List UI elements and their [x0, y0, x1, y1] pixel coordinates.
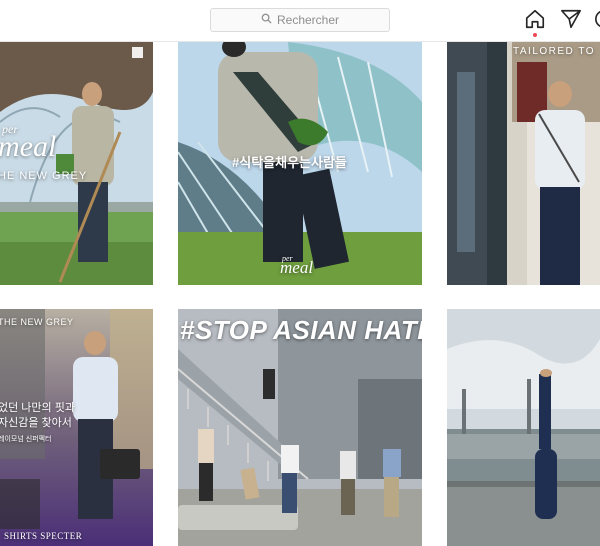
post-tile-5[interactable]: #STOP ASIAN HATE	[178, 309, 422, 546]
post-4-line-3: 레이모넘 신퍼펙터	[0, 436, 52, 443]
post-2-title: meal	[280, 258, 314, 277]
home-icon[interactable]	[524, 8, 546, 30]
post-image-6	[447, 309, 600, 546]
multi-photo-icon	[132, 47, 143, 58]
post-tile-1[interactable]: per meal HE NEW GREY	[0, 42, 153, 285]
post-5-headline: #STOP ASIAN HATE	[180, 315, 422, 345]
post-tile-4[interactable]: THE NEW GREY 었던 나만의 핏과 자신감을 찾아서 레이모넘 신퍼펙…	[0, 309, 153, 546]
post-4-brand: SHIRTS SPECTER	[4, 531, 83, 541]
post-4-line-2: 자신감을 찾아서	[0, 417, 72, 429]
post-1-subtitle: HE NEW GREY	[0, 170, 88, 182]
search-input[interactable]: Rechercher	[210, 8, 390, 32]
home-notification-dot	[533, 33, 537, 37]
top-navigation-bar: Rechercher	[0, 0, 600, 42]
profile-icon[interactable]	[594, 8, 600, 30]
post-2-hashtag: #식탁을채우는사람들	[232, 155, 347, 170]
post-image-3	[447, 42, 600, 285]
post-4-line-1: 었던 나만의 핏과	[0, 402, 75, 414]
post-tile-2[interactable]: #식탁을채우는사람들 per meal	[178, 42, 422, 285]
post-4-top-text: THE NEW GREY	[0, 317, 74, 327]
search-icon	[261, 13, 272, 27]
search-placeholder: Rechercher	[276, 13, 340, 27]
post-grid: per meal HE NEW GREY #식탁을채우는사람들 per meal	[0, 42, 600, 546]
post-1-title: meal	[0, 130, 57, 163]
send-icon[interactable]	[560, 8, 582, 30]
post-3-text: TAILORED TO	[513, 46, 596, 57]
post-tile-6[interactable]	[447, 309, 600, 546]
post-tile-3[interactable]: TAILORED TO	[447, 42, 600, 285]
